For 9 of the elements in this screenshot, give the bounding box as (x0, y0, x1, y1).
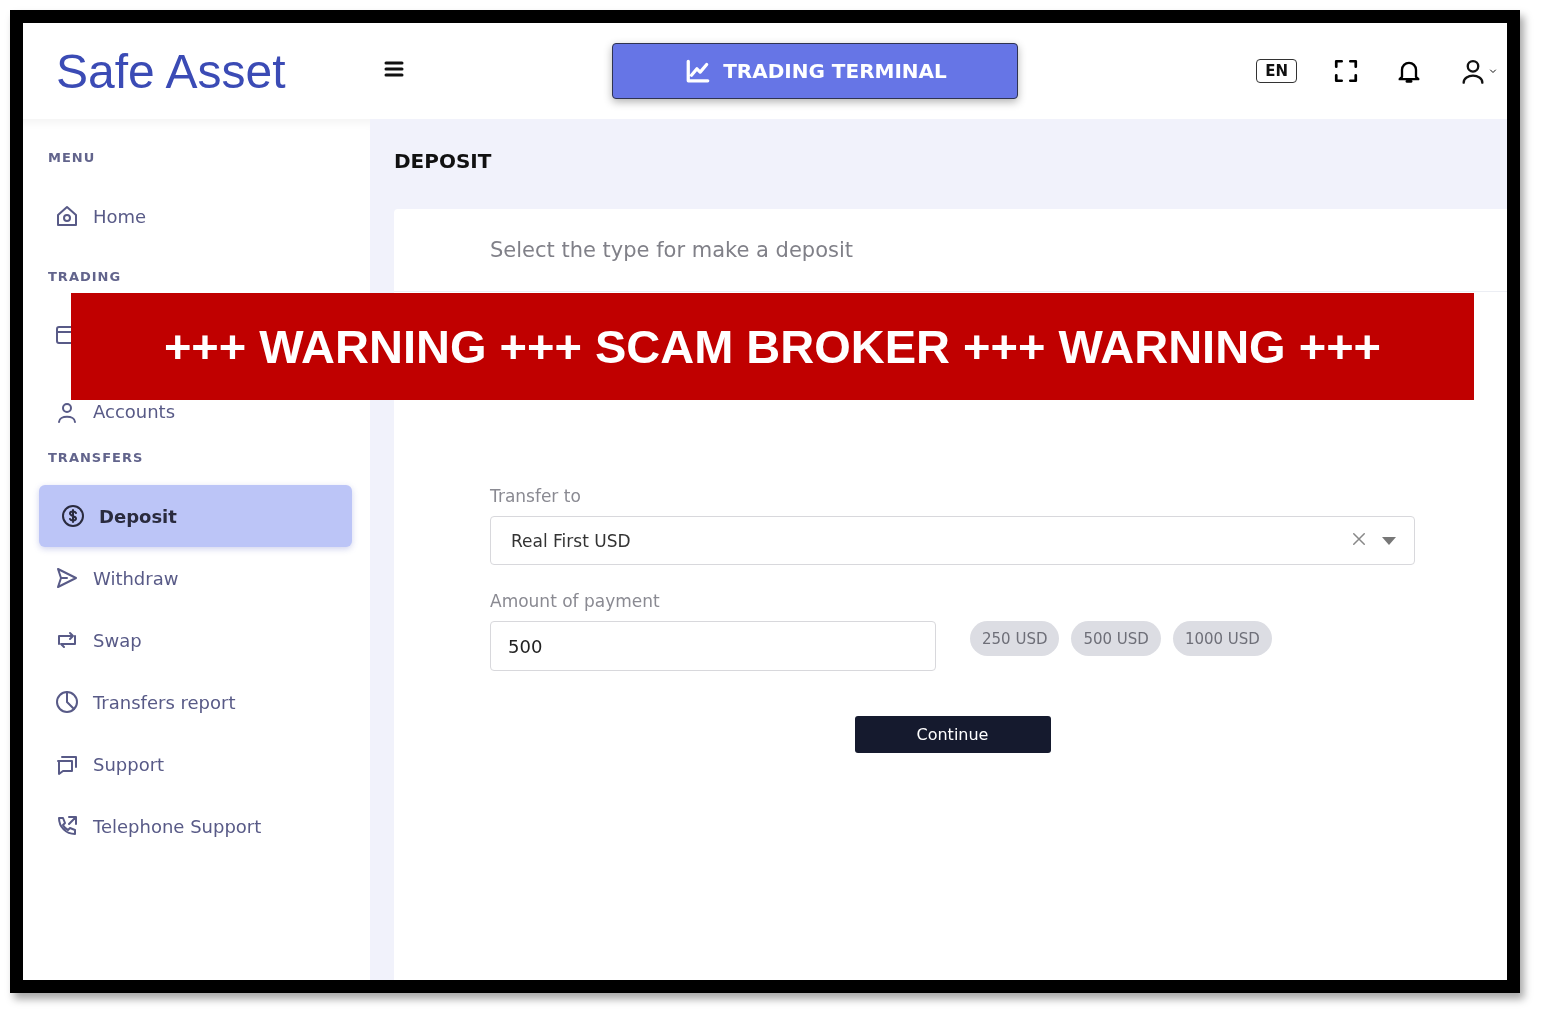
section-heading: TRADING (48, 267, 123, 286)
warning-toast: +++ WARNING +++ SCAM BROKER +++ WARNING +++ (71, 293, 1474, 400)
card-heading: Select the type for make a deposit (490, 238, 854, 262)
section-heading: MENU (48, 148, 97, 167)
logo: Safe Asset (56, 43, 287, 99)
section-heading: TRANSFERS (48, 448, 145, 467)
page-title: DEPOSIT (394, 149, 493, 175)
field-label: Transfer to (490, 486, 582, 506)
field-label: Amount of payment (490, 591, 661, 611)
